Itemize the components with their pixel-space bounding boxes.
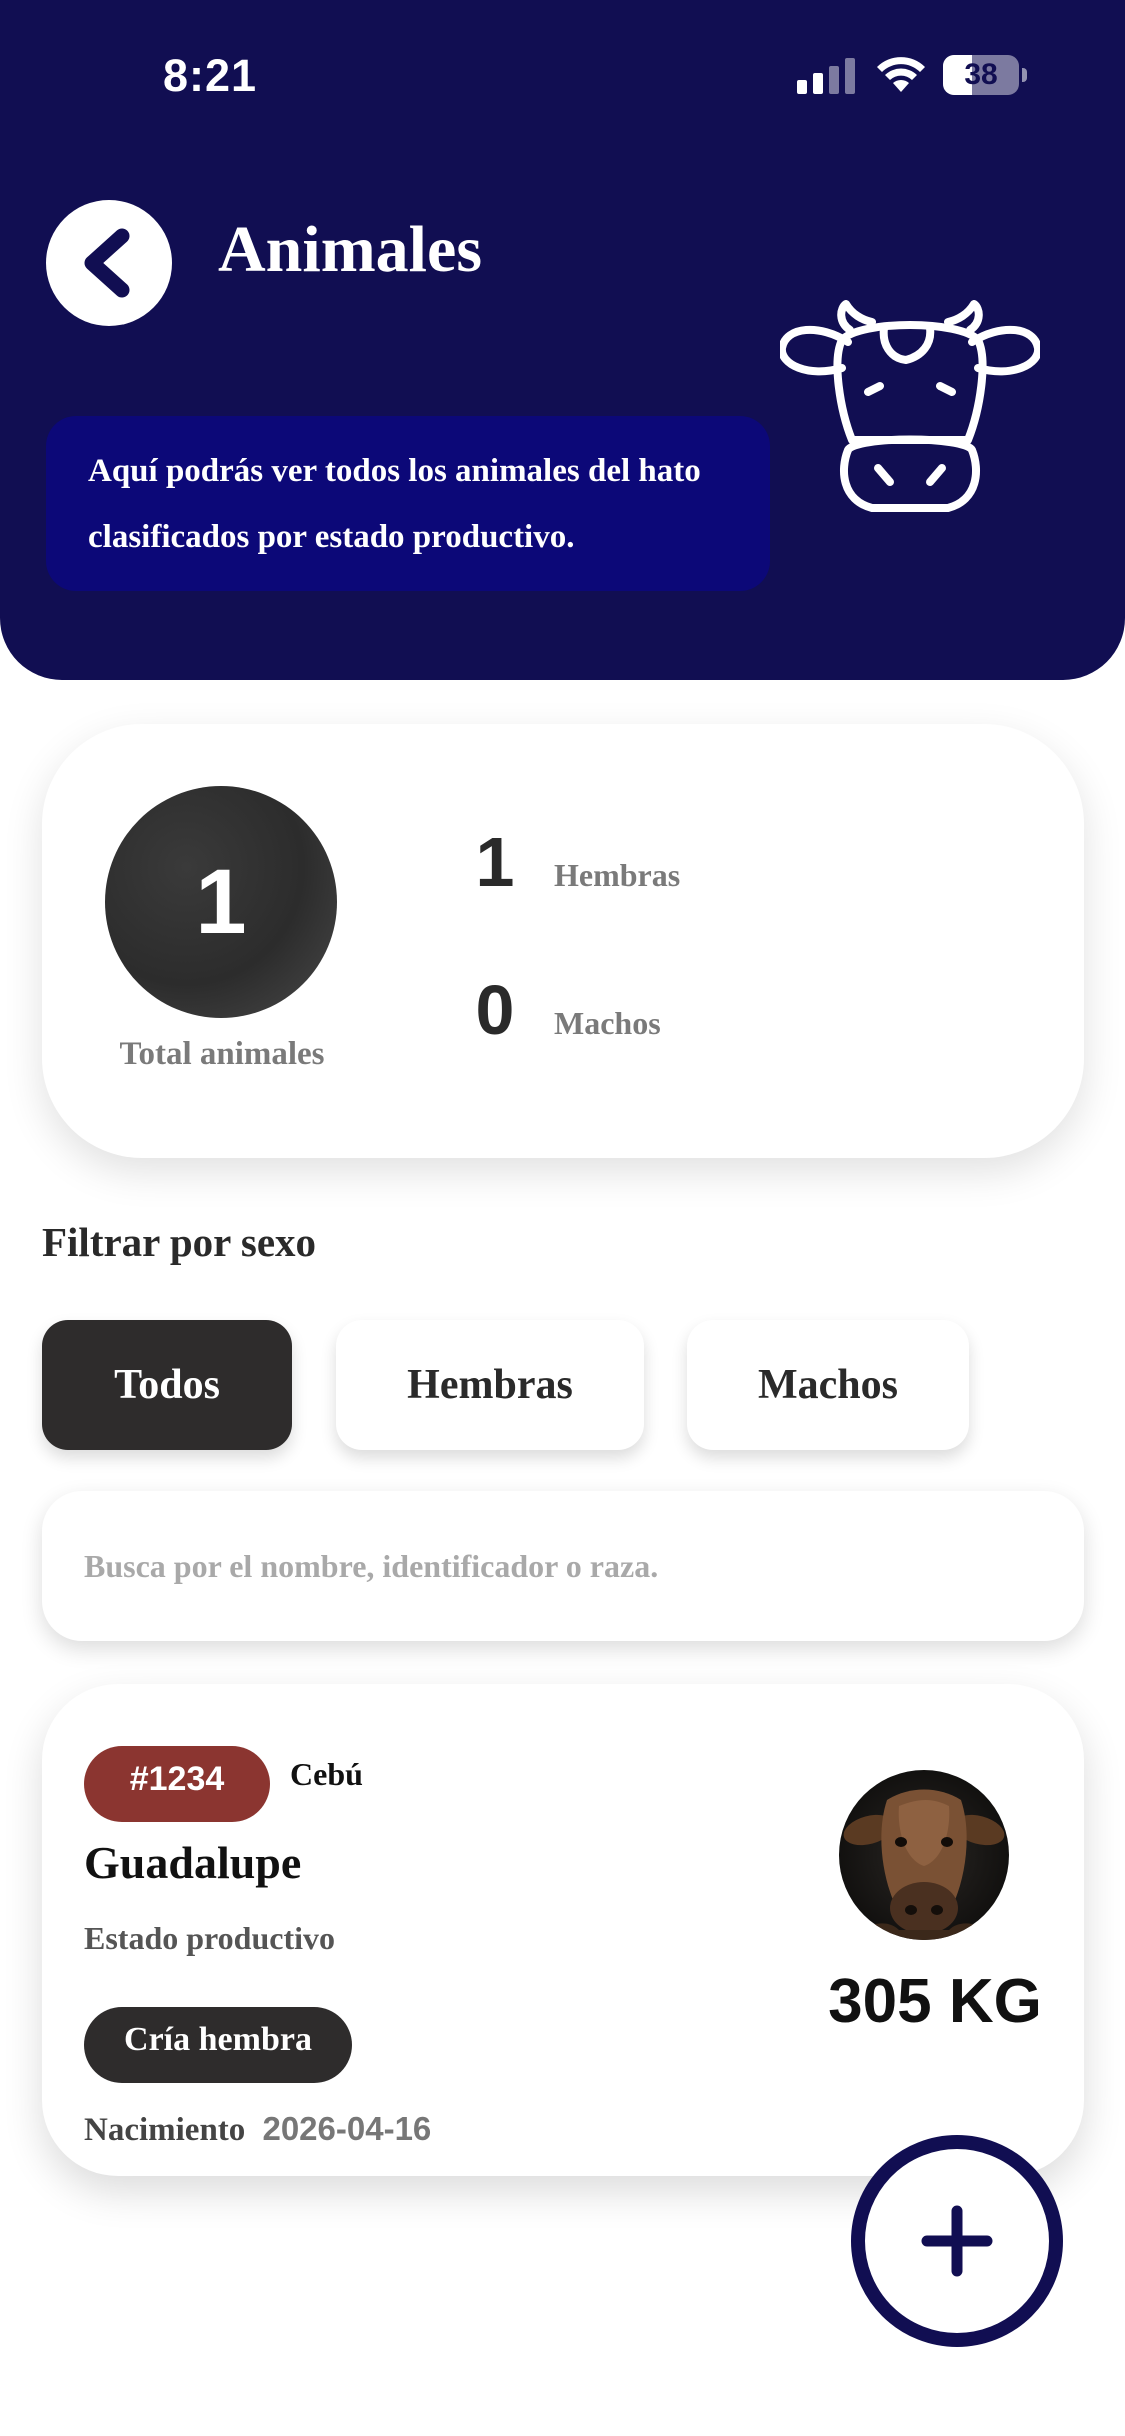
battery-icon: 38: [943, 55, 1019, 95]
info-box: Aquí podrás ver todos los animales del h…: [46, 416, 770, 591]
back-button[interactable]: [46, 200, 172, 326]
cow-head-icon: [780, 300, 1040, 512]
summary-card: 1 Total animales 1 Hembras 0 Machos: [42, 724, 1084, 1158]
animal-weight: 305 KG: [828, 1967, 1042, 2036]
wifi-icon: [877, 57, 925, 92]
animals-screen: 8:21 38 Animales Aquí podrás ver todos l…: [0, 0, 1125, 2436]
animal-photo: [839, 1770, 1009, 1940]
birth-row: Nacimiento 2026-04-16: [84, 2110, 431, 2149]
animal-id-badge: #1234: [84, 1746, 270, 1822]
birth-date: 2026-04-16: [262, 2110, 432, 2147]
animal-card[interactable]: #1234 Cebú Guadalupe Estado productivo C…: [42, 1684, 1084, 2176]
add-animal-button[interactable]: [851, 2135, 1063, 2347]
battery-indicator: 38: [943, 55, 1027, 95]
battery-tip: [1022, 68, 1027, 82]
total-circle: 1: [105, 786, 337, 1018]
animal-breed: Cebú: [290, 1756, 363, 1792]
estado-badge: Cría hembra: [84, 2007, 352, 2083]
filter-hembras-button[interactable]: Hembras: [336, 1320, 644, 1450]
hembras-stat: 1 Hembras: [460, 822, 681, 902]
birth-label: Nacimiento: [84, 2112, 246, 2148]
info-description: Aquí podrás ver todos los animales del h…: [88, 453, 701, 555]
header: 8:21 38 Animales Aquí podrás ver todos l…: [0, 0, 1125, 680]
animal-name: Guadalupe: [84, 1837, 302, 1888]
total-count: 1: [195, 851, 247, 953]
page-title: Animales: [218, 213, 482, 286]
status-time: 8:21: [163, 50, 258, 101]
machos-label: Machos: [554, 1005, 661, 1041]
battery-level: 38: [964, 58, 998, 91]
estado-label: Estado productivo: [84, 1920, 336, 1956]
search-box: [42, 1491, 1084, 1641]
search-input[interactable]: [42, 1491, 1084, 1641]
total-label: Total animales: [119, 1036, 325, 1072]
machos-stat: 0 Machos: [460, 970, 661, 1050]
filter-machos-button[interactable]: Machos: [687, 1320, 969, 1450]
machos-count: 0: [475, 971, 515, 1049]
filter-title: Filtrar por sexo: [42, 1219, 317, 1265]
cellular-signal-icon: [797, 58, 855, 94]
filter-todos-button[interactable]: Todos: [42, 1320, 292, 1450]
plus-icon: [921, 2205, 993, 2277]
hembras-count: 1: [475, 823, 515, 901]
hembras-label: Hembras: [554, 857, 681, 893]
chevron-left-icon: [84, 228, 130, 298]
